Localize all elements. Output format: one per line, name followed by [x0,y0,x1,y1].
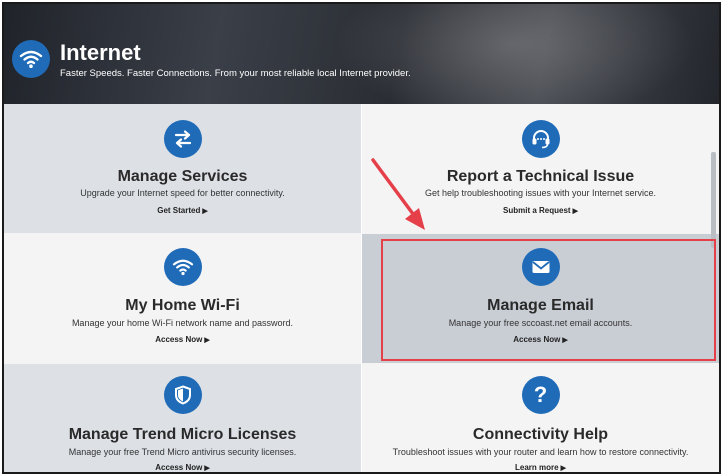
tile-description: Troubleshoot issues with your router and… [392,447,689,457]
arrows-exchange-icon [163,120,202,158]
tile-title: My Home Wi-Fi [125,297,240,314]
link-label: Access Now [155,463,203,472]
highlight-box [381,239,716,361]
tile-description: Manage your free Trend Micro antivirus s… [68,447,297,457]
headset-icon [521,120,560,158]
access-now-link[interactable]: Access Now ▶ [4,463,361,472]
learn-more-link[interactable]: Learn more ▶ [362,463,719,472]
wifi-icon [163,248,202,286]
tile-manage-services[interactable]: Manage Services Upgrade your Internet sp… [4,104,361,233]
caret-right-icon: ▶ [202,208,208,215]
access-now-link[interactable]: Access Now ▶ [4,335,361,344]
tile-title: Report a Technical Issue [446,168,635,185]
tile-divider [361,104,362,472]
link-label: Get Started [157,206,201,215]
shield-icon [163,376,202,414]
tile-title: Manage Trend Micro Licenses [68,426,297,443]
get-started-link[interactable]: Get Started ▶ [4,206,361,215]
tile-report-technical-issue[interactable]: Report a Technical Issue Get help troubl… [362,104,719,233]
tile-title: Connectivity Help [472,426,609,443]
caret-right-icon: ▶ [204,465,210,472]
link-label: Submit a Request [503,206,571,215]
tile-description: Get help troubleshooting issues with you… [424,188,657,198]
tile-description: Manage your home Wi-Fi network name and … [71,318,294,328]
tile-description: Upgrade your Internet speed for better c… [80,188,285,198]
page-subtitle: Faster Speeds. Faster Connections. From … [60,68,411,79]
scrollbar-thumb[interactable] [711,152,716,248]
link-label: Access Now [155,335,203,344]
page-frame: Internet Faster Speeds. Faster Connectio… [2,2,721,474]
page-title: Internet [60,40,141,65]
tile-my-home-wifi[interactable]: My Home Wi-Fi Manage your home Wi-Fi net… [4,234,361,363]
caret-right-icon: ▶ [560,465,566,472]
caret-right-icon: ▶ [572,208,578,215]
caret-right-icon: ▶ [204,337,210,344]
link-label: Learn more [515,463,559,472]
header-banner: Internet Faster Speeds. Faster Connectio… [4,4,719,104]
submit-request-link[interactable]: Submit a Request ▶ [362,206,719,215]
tile-title: Manage Services [117,168,248,185]
question-icon: ? [521,376,560,414]
wifi-icon [12,40,50,78]
tile-manage-trend-micro-licenses[interactable]: Manage Trend Micro Licenses Manage your … [4,364,361,472]
tile-connectivity-help[interactable]: ? Connectivity Help Troubleshoot issues … [362,364,719,472]
